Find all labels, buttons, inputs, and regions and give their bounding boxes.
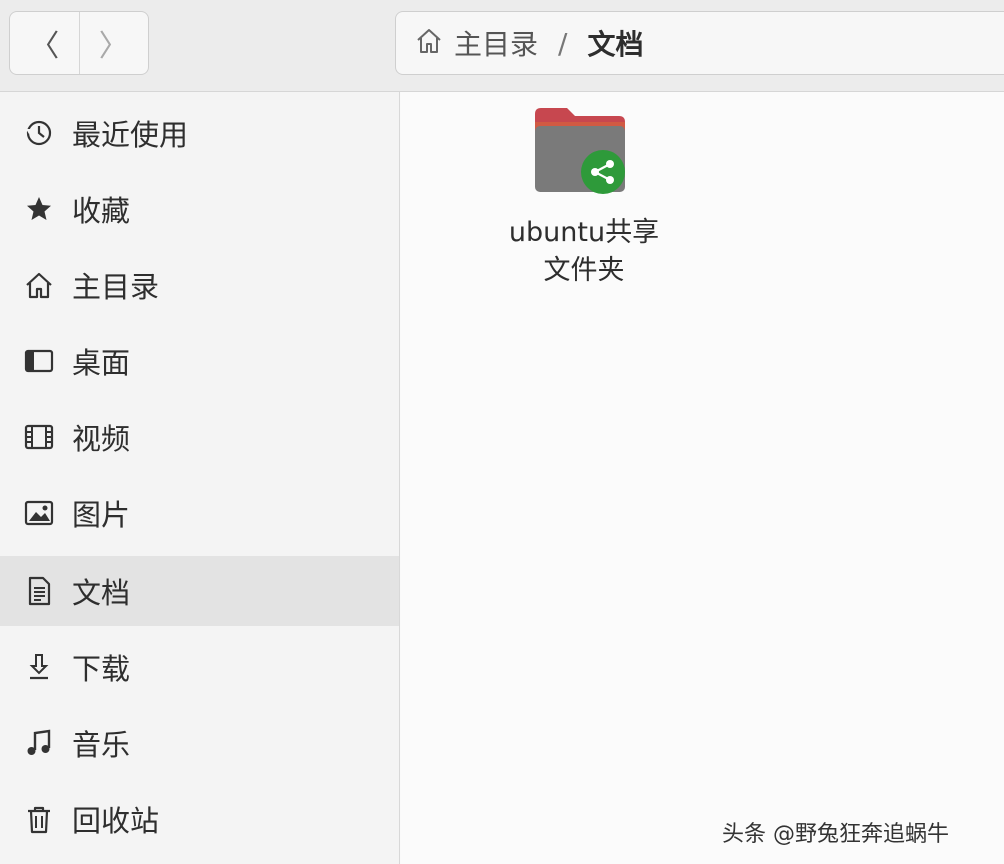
documents-icon (24, 576, 54, 606)
sidebar-item-label: 最近使用 (72, 118, 189, 152)
path-bar: 主目录 / 文档 (395, 11, 1004, 75)
sidebar-item-label: 下载 (72, 652, 131, 686)
music-icon (24, 728, 54, 758)
navigation-buttons: 〈 〉 (9, 11, 149, 75)
pictures-icon (24, 498, 54, 528)
folder-item[interactable]: ubuntu共享 文件夹 (499, 106, 669, 296)
trash-icon (24, 804, 54, 834)
folder-name: ubuntu共享 文件夹 (499, 214, 669, 290)
back-button[interactable]: 〈 (10, 12, 79, 74)
sidebar-item-videos[interactable]: 视频 (0, 402, 399, 472)
sidebar-item-label: 收藏 (72, 194, 131, 228)
sidebar-item-label: 主目录 (72, 270, 160, 304)
breadcrumb-home-label: 主目录 (454, 28, 539, 61)
forward-button[interactable]: 〉 (78, 12, 149, 74)
breadcrumb-separator: / (558, 26, 568, 60)
sidebar-item-trash[interactable]: 回收站 (0, 784, 399, 854)
sidebar-item-recent[interactable]: 最近使用 (0, 98, 399, 168)
folder-name-line2: 文件夹 (543, 255, 625, 286)
sidebar-item-label: 桌面 (72, 346, 131, 380)
watermark: 头条 @野兔狂奔追蜗牛 (722, 822, 949, 847)
sidebar-item-label: 视频 (72, 422, 131, 456)
sidebar-item-downloads[interactable]: 下载 (0, 632, 399, 702)
sidebar: 最近使用 收藏 主目录 桌面 视频 图片 文档 下载 音乐 回收站 (0, 92, 400, 864)
sidebar-item-label: 图片 (72, 498, 131, 532)
sidebar-item-label: 回收站 (72, 804, 160, 838)
home-icon (414, 26, 444, 60)
breadcrumb-home[interactable]: 主目录 (414, 23, 538, 63)
folder-name-line1: ubuntu共享 (508, 217, 660, 248)
shared-folder-icon (533, 106, 627, 196)
breadcrumb-current[interactable]: 文档 (587, 23, 643, 63)
file-view: ubuntu共享 文件夹 (401, 92, 1004, 864)
sidebar-item-label: 文档 (72, 576, 131, 610)
sidebar-item-desktop[interactable]: 桌面 (0, 326, 399, 396)
sidebar-item-home[interactable]: 主目录 (0, 250, 399, 320)
star-icon (24, 194, 54, 224)
sidebar-item-starred[interactable]: 收藏 (0, 174, 399, 244)
video-icon (24, 422, 54, 452)
recent-icon (24, 118, 54, 148)
sidebar-item-label: 音乐 (72, 728, 131, 762)
header-bar: 〈 〉 主目录 / 文档 (0, 0, 1004, 92)
sidebar-item-pictures[interactable]: 图片 (0, 478, 399, 548)
download-icon (24, 652, 54, 682)
sidebar-item-documents[interactable]: 文档 (0, 556, 399, 626)
home-icon (24, 270, 54, 300)
desktop-icon (24, 346, 54, 376)
sidebar-item-music[interactable]: 音乐 (0, 708, 399, 778)
